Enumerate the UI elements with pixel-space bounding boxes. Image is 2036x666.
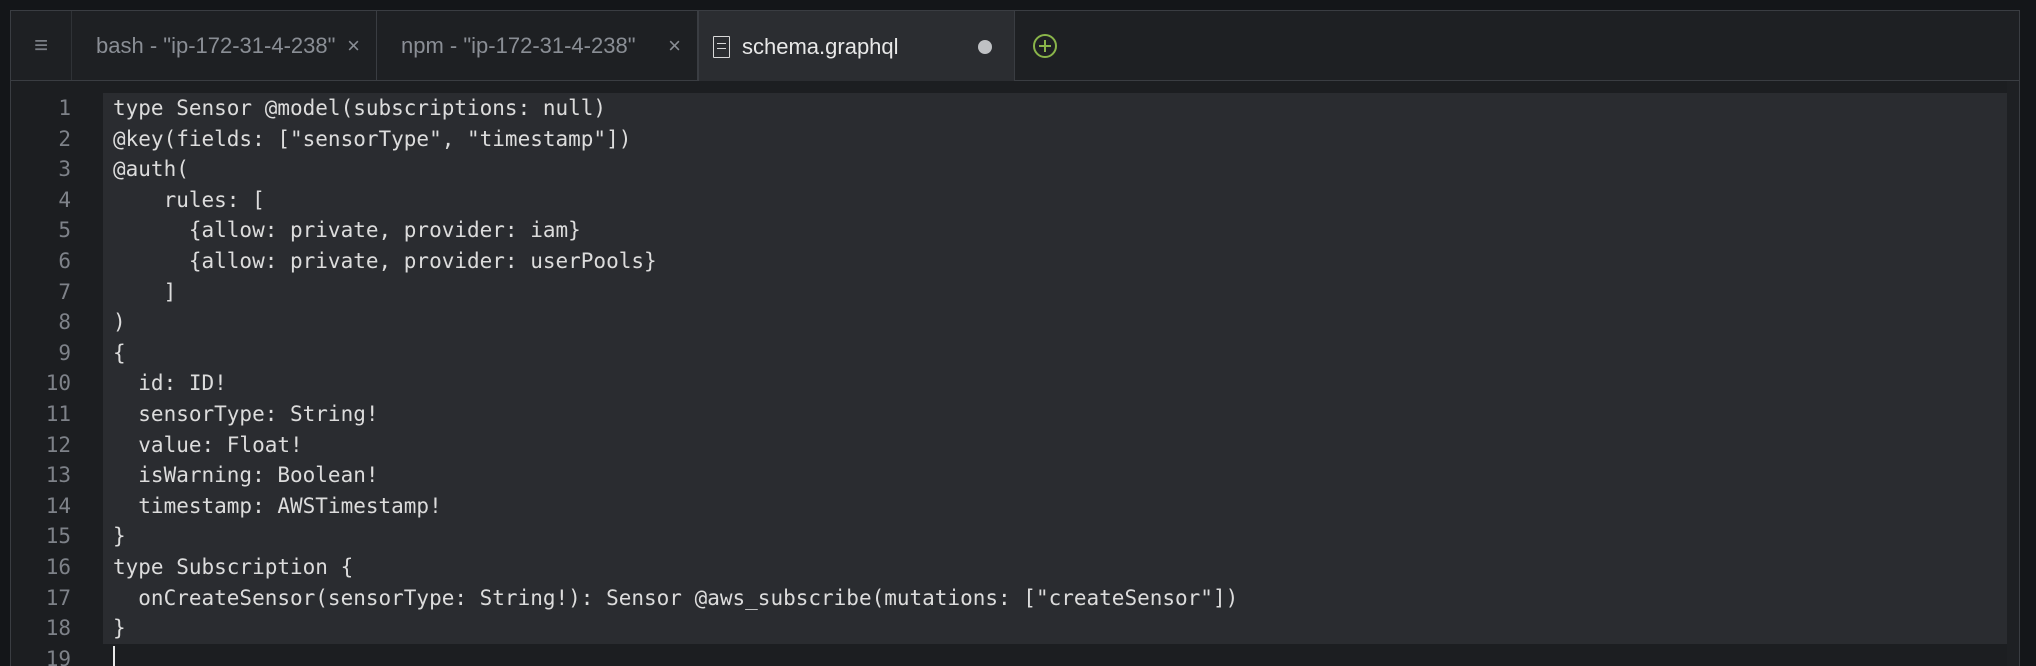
line-number-gutter: 1 2 3 4 5 6 7 8 9 10 11 12 13 14 15 16 17 18 19 (11, 93, 71, 666)
code-line-text: @auth( (113, 157, 189, 182)
code-line[interactable]: {allow: private, provider: userPools} (103, 245, 2009, 277)
code-line-text: id: ID! (113, 371, 227, 396)
scrollbar[interactable] (2007, 81, 2019, 666)
new-tab-button[interactable] (1015, 11, 1075, 80)
code-area[interactable]: type Sensor @model(subscriptions: null) @… (103, 93, 2009, 666)
code-line[interactable]: { (103, 337, 2009, 369)
code-line[interactable]: isWarning: Boolean! (103, 460, 2009, 491)
code-line[interactable]: type Subscription { (103, 551, 2009, 583)
code-line[interactable]: id: ID! (103, 368, 2009, 399)
line-number: 3 (58, 157, 71, 182)
menu-icon[interactable]: ≡ (11, 11, 72, 80)
line-number: 14 (45, 493, 71, 518)
code-editor[interactable]: 1 2 3 4 5 6 7 8 9 10 11 12 13 14 15 16 17 18 19 type Senso… (11, 81, 2019, 666)
code-line[interactable]: ] (103, 276, 2009, 308)
code-line-text: sensorType: String! (113, 401, 379, 426)
tab-label: schema.graphql (742, 33, 899, 59)
close-icon[interactable]: × (347, 33, 360, 59)
plus-circle-icon (1033, 33, 1057, 58)
close-icon[interactable]: × (668, 33, 681, 59)
code-line[interactable] (103, 643, 2009, 666)
code-line-text: ) (113, 310, 126, 335)
ide-window: ≡ bash - "ip-172-31-4-238" × npm - "ip-1… (10, 10, 2020, 666)
code-line[interactable]: onCreateSensor(sensorType: String!): Sen… (103, 582, 2009, 614)
code-line[interactable]: } (103, 521, 2009, 552)
text-cursor (113, 645, 115, 666)
code-line-text: {allow: private, provider: iam} (113, 218, 581, 243)
line-number: 1 (58, 96, 71, 120)
code-line-text: value: Float! (113, 432, 303, 457)
code-line[interactable]: value: Float! (103, 429, 2009, 461)
code-line-text: } (113, 524, 126, 549)
line-number: 12 (45, 432, 71, 457)
code-line[interactable]: sensorType: String! (103, 398, 2009, 430)
line-number: 7 (58, 279, 71, 304)
line-number: 9 (58, 340, 71, 365)
tab-label: bash - "ip-172-31-4-238" (96, 32, 336, 58)
code-line-text: onCreateSensor(sensorType: String!): Sen… (113, 585, 1239, 610)
line-number: 6 (58, 248, 71, 273)
code-line-text: { (113, 340, 126, 365)
tab-schema-graphql[interactable]: schema.graphql (698, 11, 1015, 82)
code-line-text: ] (113, 279, 177, 304)
code-line-text: rules: [ (113, 187, 265, 212)
line-number: 13 (45, 463, 71, 488)
code-line[interactable]: timestamp: AWSTimestamp! (103, 490, 2009, 522)
code-line-text: type Sensor @model(subscriptions: null) (113, 96, 607, 120)
tab-npm-terminal[interactable]: npm - "ip-172-31-4-238" × (377, 11, 698, 80)
code-line-text: type Subscription { (113, 554, 354, 579)
line-number: 17 (45, 585, 71, 610)
tab-bash-terminal[interactable]: bash - "ip-172-31-4-238" × (72, 11, 377, 80)
line-number: 11 (45, 401, 71, 426)
line-number: 10 (45, 371, 71, 396)
code-line-text: @key(fields: ["sensorType", "timestamp"]… (113, 126, 632, 151)
line-number: 15 (45, 524, 71, 549)
code-line[interactable]: } (103, 613, 2009, 644)
line-number: 2 (58, 126, 71, 151)
line-number: 16 (45, 554, 71, 579)
line-number: 18 (45, 616, 71, 641)
code-line[interactable]: ) (103, 307, 2009, 338)
tab-bar: ≡ bash - "ip-172-31-4-238" × npm - "ip-1… (11, 11, 2019, 82)
line-number: 8 (58, 310, 71, 335)
unsaved-dot-icon[interactable] (978, 39, 992, 54)
code-line[interactable]: @key(fields: ["sensorType", "timestamp"]… (103, 123, 2009, 155)
code-line[interactable]: @auth( (103, 154, 2009, 185)
line-number: 19 (45, 646, 71, 666)
code-line-text: {allow: private, provider: userPools} (113, 248, 657, 273)
code-line[interactable]: {allow: private, provider: iam} (103, 215, 2009, 246)
line-number: 5 (58, 218, 71, 243)
code-line-text: timestamp: AWSTimestamp! (113, 493, 442, 518)
code-line[interactable]: type Sensor @model(subscriptions: null) (103, 93, 2009, 124)
code-line-text: } (113, 616, 126, 641)
code-line-text: isWarning: Boolean! (113, 463, 379, 488)
line-number: 4 (58, 187, 71, 212)
file-icon (713, 35, 730, 58)
code-line[interactable]: rules: [ (103, 184, 2009, 216)
tab-label: npm - "ip-172-31-4-238" (401, 32, 636, 58)
